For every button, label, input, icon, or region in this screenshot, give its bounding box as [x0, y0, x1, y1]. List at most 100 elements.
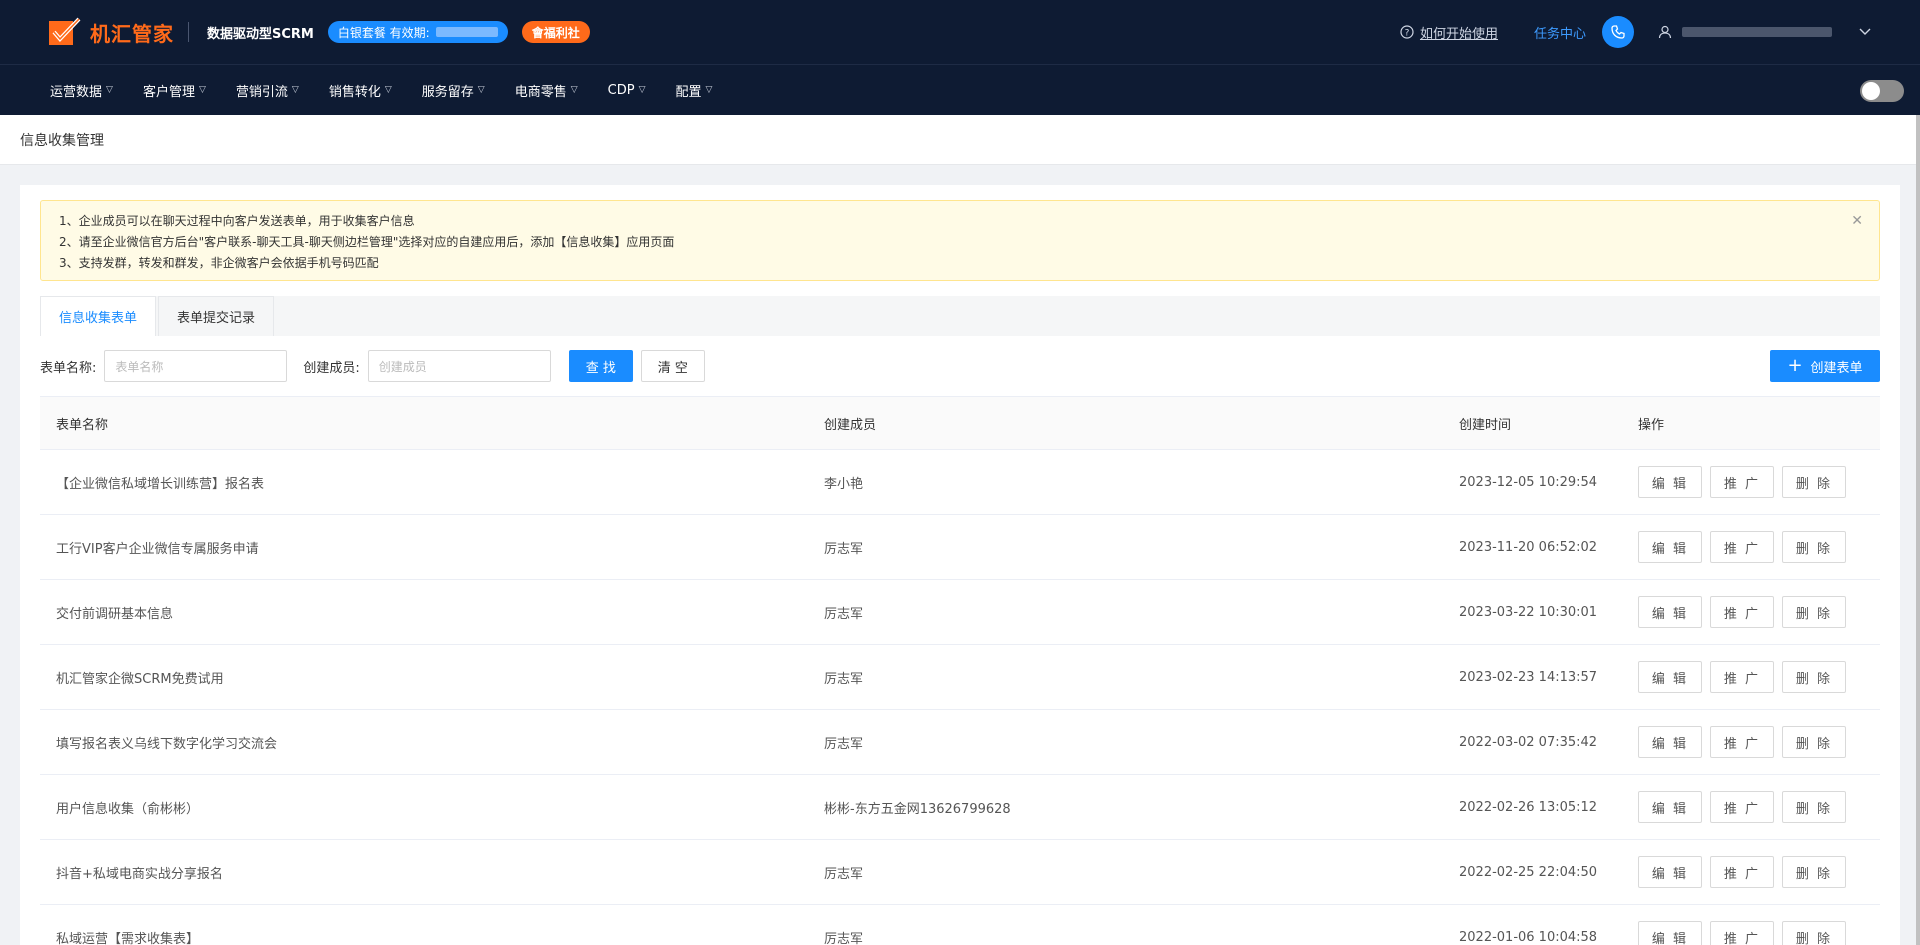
table-row: 【企业微信私域增长训练营】报名表 李小艳 2023-12-05 10:29:54 编 … — [40, 450, 1880, 515]
info-alert: 1、企业成员可以在聊天过程中向客户发送表单，用于收集客户信息 2、请至企业微信官… — [40, 200, 1880, 281]
package-expiry-redacted — [435, 27, 498, 37]
delete-button[interactable]: 删 除 — [1782, 466, 1846, 498]
plus-icon: + — [1787, 355, 1803, 376]
help-link[interactable]: ? 如何开始使用 — [1400, 23, 1498, 42]
cell-actions: 编 辑推 广删 除 — [1638, 921, 1880, 945]
clear-button[interactable]: 清 空 — [640, 350, 705, 382]
edit-button[interactable]: 编 辑 — [1638, 661, 1702, 693]
filter-bar: 表单名称: 表单名称 创建成员: 创建成员 查 找 清 空 + 创建表单 — [40, 350, 1880, 382]
cell-actions: 编 辑推 广删 除 — [1638, 791, 1880, 823]
alert-line: 1、企业成员可以在聊天过程中向客户发送表单，用于收集客户信息 — [59, 214, 415, 228]
cell-actions: 编 辑推 广删 除 — [1638, 726, 1880, 758]
delete-button[interactable]: 删 除 — [1782, 661, 1846, 693]
chevron-down-icon — [1859, 28, 1871, 35]
promote-button[interactable]: 推 广 — [1710, 466, 1774, 498]
package-label: 白银套餐 有效期: — [337, 25, 430, 40]
cell-creator: 厉志军 — [824, 931, 864, 945]
welfare-badge[interactable]: 會福利社 — [521, 21, 590, 43]
scrollbar[interactable] — [1916, 115, 1920, 945]
cell-created-time: 2023-02-23 14:13:57 — [1459, 669, 1598, 685]
edit-button[interactable]: 编 辑 — [1638, 791, 1702, 823]
task-center-link[interactable]: 任务中心 — [1534, 23, 1586, 42]
table-header: 表单名称 创建成员 创建时间 操作 — [40, 396, 1880, 450]
page-title: 信息收集管理 — [0, 115, 1916, 165]
cell-created-time: 2022-02-26 13:05:12 — [1459, 799, 1598, 815]
delete-button[interactable]: 删 除 — [1782, 921, 1846, 945]
edit-button[interactable]: 编 辑 — [1638, 921, 1702, 945]
edit-button[interactable]: 编 辑 — [1638, 531, 1702, 563]
nav-label: 客户管理 — [142, 84, 195, 100]
cell-created-time: 2023-03-22 10:30:01 — [1459, 604, 1598, 620]
cell-form-name: 填写报名表义乌线下数字化学习交流会 — [56, 736, 278, 752]
cell-actions: 编 辑推 广删 除 — [1638, 661, 1880, 693]
table-row: 填写报名表义乌线下数字化学习交流会 厉志军 2022-03-02 07:35:42 编… — [40, 710, 1880, 775]
edit-button[interactable]: 编 辑 — [1638, 726, 1702, 758]
nav-item-cdp[interactable]: CDP ▽ — [608, 83, 646, 98]
chevron-down-icon: ▽ — [384, 85, 392, 95]
help-label: 如何开始使用 — [1419, 26, 1498, 42]
edit-button[interactable]: 编 辑 — [1638, 596, 1702, 628]
user-menu[interactable] — [1658, 25, 1872, 39]
theme-toggle[interactable] — [1860, 80, 1904, 102]
nav-item-service-retention[interactable]: 服务留存 ▽ — [422, 81, 485, 100]
nav-label: CDP — [607, 82, 635, 98]
promote-button[interactable]: 推 广 — [1710, 791, 1774, 823]
phone-icon — [1611, 25, 1625, 39]
forms-table: 表单名称 创建成员 创建时间 操作 【企业微信私域增长训练营】报名表 李小艳 202… — [40, 396, 1880, 945]
promote-button[interactable]: 推 广 — [1710, 531, 1774, 563]
cell-creator: 厉志军 — [824, 736, 864, 752]
promote-button[interactable]: 推 广 — [1710, 856, 1774, 888]
nav-item-operations-data[interactable]: 运营数据 ▽ — [50, 81, 113, 100]
promote-button[interactable]: 推 广 — [1710, 661, 1774, 693]
logo[interactable]: 机汇管家 数据驱动型SCRM — [48, 17, 314, 47]
delete-button[interactable]: 删 除 — [1782, 856, 1846, 888]
delete-button[interactable]: 删 除 — [1782, 726, 1846, 758]
delete-button[interactable]: 删 除 — [1782, 596, 1846, 628]
nav-label: 运营数据 — [50, 84, 103, 100]
nav-item-customer-management[interactable]: 客户管理 ▽ — [143, 81, 206, 100]
nav-label: 电商零售 — [514, 84, 567, 100]
cell-actions: 编 辑推 广删 除 — [1638, 856, 1880, 888]
close-icon[interactable]: ✕ — [1851, 213, 1863, 229]
create-form-button[interactable]: + 创建表单 — [1770, 350, 1880, 382]
tab-submission-records[interactable]: 表单提交记录 — [158, 296, 275, 336]
column-header-creator: 创建成员 — [824, 417, 877, 433]
nav-item-sales-conversion[interactable]: 销售转化 ▽ — [329, 81, 392, 100]
cell-form-name: 抖音+私域电商实战分享报名 — [56, 866, 223, 882]
promote-button[interactable]: 推 广 — [1710, 596, 1774, 628]
table-row: 用户信息收集（俞彬彬） 彬彬-东方五金网13626799628 2022-02-26… — [40, 775, 1880, 840]
tab-form-list[interactable]: 信息收集表单 — [40, 296, 157, 336]
logo-divider — [188, 22, 189, 42]
nav-label: 销售转化 — [328, 84, 381, 100]
edit-button[interactable]: 编 辑 — [1638, 466, 1702, 498]
nav-item-config[interactable]: 配置 ▽ — [675, 81, 712, 100]
phone-button[interactable] — [1602, 16, 1634, 48]
creator-label: 创建成员: — [303, 360, 360, 376]
cell-form-name: 私域运营【需求收集表】 — [56, 931, 200, 945]
promote-button[interactable]: 推 广 — [1710, 726, 1774, 758]
form-name-label: 表单名称: — [40, 360, 97, 376]
cell-creator: 厉志军 — [824, 866, 864, 882]
chevron-down-icon: ▽ — [477, 85, 485, 95]
cell-creator: 李小艳 — [824, 476, 864, 492]
nav-item-marketing[interactable]: 营销引流 ▽ — [236, 81, 299, 100]
nav-item-ecommerce[interactable]: 电商零售 ▽ — [515, 81, 578, 100]
cell-created-time: 2022-01-06 10:04:58 — [1459, 929, 1598, 945]
cell-created-time: 2022-03-02 07:35:42 — [1459, 734, 1598, 750]
column-header-time: 创建时间 — [1459, 417, 1512, 433]
delete-button[interactable]: 删 除 — [1782, 791, 1846, 823]
table-row: 抖音+私域电商实战分享报名 厉志军 2022-02-25 22:04:50 编 辑推 … — [40, 840, 1880, 905]
edit-button[interactable]: 编 辑 — [1638, 856, 1702, 888]
creator-input[interactable]: 创建成员 — [367, 350, 551, 382]
promote-button[interactable]: 推 广 — [1710, 921, 1774, 945]
delete-button[interactable]: 删 除 — [1782, 531, 1846, 563]
column-header-name: 表单名称 — [56, 417, 109, 433]
form-name-input[interactable]: 表单名称 — [104, 350, 288, 382]
chevron-down-icon: ▽ — [570, 85, 578, 95]
table-row: 机汇管家企微SCRM免费试用 厉志军 2023-02-23 14:13:57 编 辑推… — [40, 645, 1880, 710]
cell-actions: 编 辑推 广删 除 — [1638, 466, 1880, 498]
main-nav: 运营数据 ▽ 客户管理 ▽ 营销引流 ▽ 销售转化 ▽ 服务留存 ▽ 电商零售 ▽ CDP ▽… — [0, 64, 1920, 115]
search-button[interactable]: 查 找 — [568, 350, 633, 382]
package-badge[interactable]: 白银套餐 有效期: — [327, 21, 508, 43]
user-icon — [1658, 25, 1672, 39]
